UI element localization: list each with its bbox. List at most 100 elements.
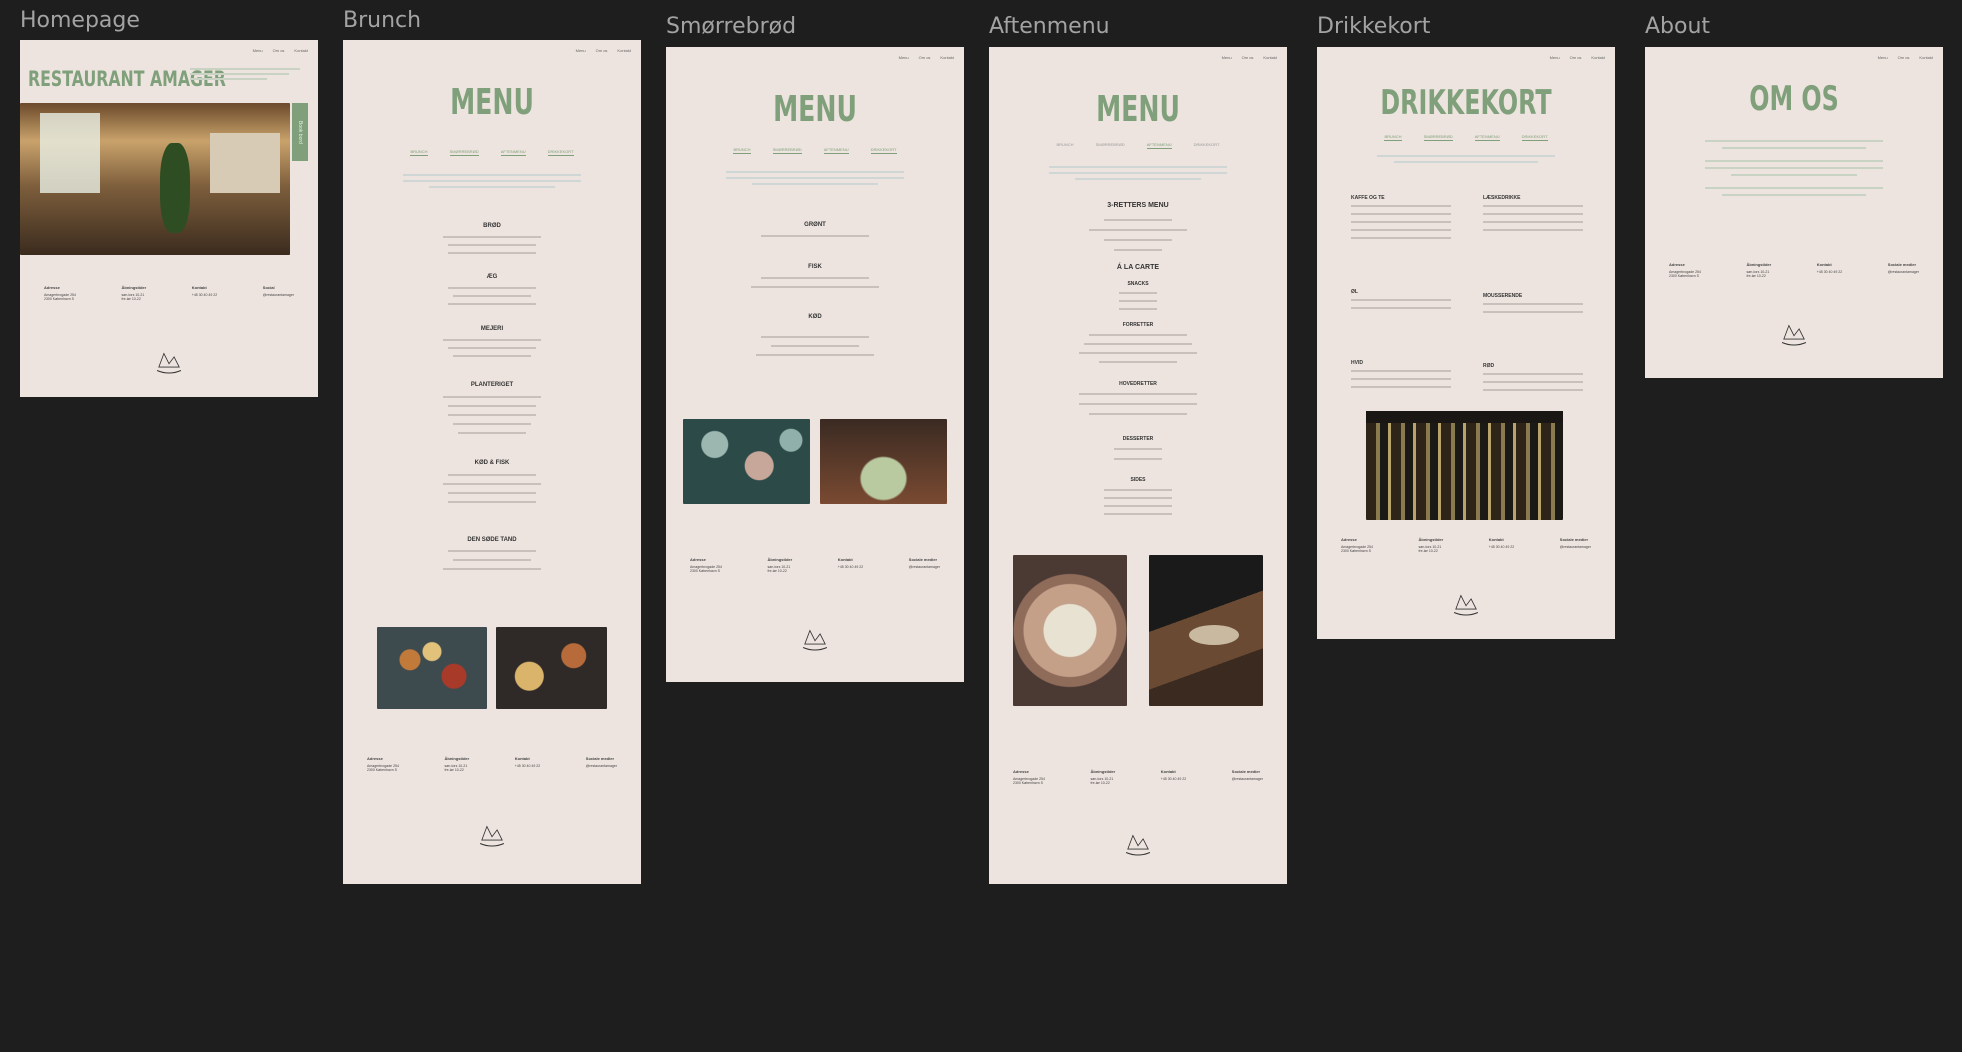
nav-about[interactable]: Om os [273,48,285,53]
tab-brunch[interactable]: Brunch [1384,134,1402,141]
frame-label-about: About [1645,14,1711,39]
drinks-column: KAFFE OG TE [1351,195,1451,245]
topbar: Menu Om os Kontakt [999,55,1277,65]
restaurant-seal-icon [802,629,828,651]
frame-about[interactable]: Menu Om os Kontakt OM OS Adresse Amagerbr… [1645,47,1943,378]
nav-menu[interactable]: Menu [1878,55,1888,60]
section-heading: SIDES [1130,477,1146,483]
tab-brunch[interactable]: Brunch [410,149,428,156]
footer-address: Adresse Amagerbrogade 254 2300 København S [367,756,399,772]
footer-contact: Kontakt +45 30 40 49 22 [837,557,864,569]
category-tabs: Brunch Smørrebrød Aftenmenu Drikkekort [1317,134,1615,141]
nav: Menu Om os Kontakt [1222,55,1277,60]
menu-intro [725,167,905,201]
section-heading: KØD & FISK [474,460,510,466]
nav-about[interactable]: Om os [596,48,608,53]
about-text [1704,135,1884,215]
footer-social: Sociale medier @restaurantamager [1231,769,1263,781]
footer-contact: Kontakt +45 30 40 49 22 [514,756,541,768]
footer-hours: Åbningstider søn-tors 10-21 fre-lør 10-22 [1418,537,1444,553]
nav-about[interactable]: Om os [1570,55,1582,60]
footer: Adresse Amagerbrogade 254 2300 København S… [1669,262,1919,278]
footer: Adresse Amagerbrogade 254 2300 København S… [690,557,940,573]
nav-menu[interactable]: Menu [1222,55,1232,60]
tab-brunch[interactable]: Brunch [733,147,751,154]
tab-drikkekort[interactable]: Drikkekort [547,149,574,156]
tab-drikkekort[interactable]: Drikkekort [870,147,897,154]
footer-hours: Åbningstider søn-tors 10-21 fre-lør 10-22 [1090,769,1116,785]
section-heading: KØD [808,314,822,320]
page-title: MENU [773,89,857,130]
section-heading: PLANTERIGET [470,382,514,388]
nav-contact[interactable]: Kontakt [1263,55,1277,60]
home-intro [190,68,300,82]
section-heading: ÆG [486,274,498,280]
menu-intro [1048,162,1228,196]
nav-menu[interactable]: Menu [253,48,263,53]
tab-smorrebrod[interactable]: Smørrebrød [1423,134,1453,141]
nav: Menu Om os Kontakt [253,48,308,53]
frame-smorrebrod[interactable]: Menu Om os Kontakt MENU Brunch Smørrebrø… [666,47,964,682]
book-table-button[interactable]: Book bord [292,103,308,161]
section-heading: HOVEDRETTER [1119,381,1157,387]
footer-social: Sociale medier @restaurantamager [585,756,617,768]
nav-menu[interactable]: Menu [576,48,586,53]
footer-address: Adresse Amagerbrogade 254 2300 København S [1669,262,1701,278]
frame-drikkekort[interactable]: Menu Om os Kontakt DRIKKEKORT Brunch Smø… [1317,47,1615,639]
tab-drikkekort[interactable]: DRIKKEKORT [1194,142,1220,149]
tab-drikkekort[interactable]: Drikkekort [1521,134,1548,141]
nav-about[interactable]: Om os [919,55,931,60]
footer-contact: Kontakt +45 30 40 49 22 [1816,262,1843,274]
menu-intro [402,170,582,204]
tab-smorrebrod[interactable]: SMØRREBRØD [1096,142,1125,149]
footer-social: Sociale medier @restaurantamager [1559,537,1591,549]
tab-smorrebrod[interactable]: Smørrebrød [449,149,479,156]
tab-smorrebrod[interactable]: Smørrebrød [772,147,802,154]
frame-homepage[interactable]: Menu Om os Kontakt RESTAURANT AMAGER Boo… [20,40,318,397]
footer: Adresse Amagerbrogade 254 2300 København S… [1013,769,1263,785]
nav-contact[interactable]: Kontakt [1591,55,1605,60]
footer-hours: Åbningstider søn-tors 10-21 fre-lør 10-22 [121,285,147,301]
frame-aftenmenu[interactable]: Menu Om os Kontakt MENU BRUNCH SMØRREBRØ… [989,47,1287,884]
footer: Adresse Amagerbrogade 254 2300 København S… [1341,537,1591,553]
restaurant-seal-icon [1781,324,1807,346]
drinks-column: ØL [1351,289,1451,315]
food-photo [377,627,487,709]
food-photo [1013,555,1127,706]
drinks-column: MOUSSERENDE [1483,293,1583,319]
topbar: Menu Om os Kontakt [30,48,308,58]
nav-contact[interactable]: Kontakt [940,55,954,60]
nav-contact[interactable]: Kontakt [617,48,631,53]
footer-hours: Åbningstider søn-tors 10-21 fre-lør 10-22 [1746,262,1772,278]
page-title: MENU [450,82,534,123]
footer-address: Adresse Amagerbrogade 254 2300 København S [1013,769,1045,785]
tab-brunch[interactable]: BRUNCH [1056,142,1073,149]
frame-label-homepage: Homepage [20,8,140,33]
footer-address: Adresse Amagerbrogade 254 2300 København S [690,557,722,573]
frame-label-brunch: Brunch [343,8,422,33]
nav-about[interactable]: Om os [1242,55,1254,60]
category-tabs: BRUNCH SMØRREBRØD AFTENMENU DRIKKEKORT [989,142,1287,149]
nav-contact[interactable]: Kontakt [294,48,308,53]
section-heading: GRØNT [804,222,826,228]
footer-contact: Kontakt +45 30 40 49 22 [1160,769,1187,781]
nav-contact[interactable]: Kontakt [1919,55,1933,60]
section-heading: FORRETTER [1122,322,1154,328]
frame-label-smorrebrod: Smørrebrød [666,14,797,39]
topbar: Menu Om os Kontakt [353,48,631,58]
tab-aftenmenu[interactable]: Aftenmenu [1474,134,1500,141]
footer: Adresse Amagerbrogade 254 2300 København S… [367,756,617,772]
topbar: Menu Om os Kontakt [1655,55,1933,65]
nav-menu[interactable]: Menu [1550,55,1560,60]
hero-photo [20,103,290,255]
nav-menu[interactable]: Menu [899,55,909,60]
frame-brunch[interactable]: Menu Om os Kontakt MENU Brunch Smørrebrø… [343,40,641,884]
tab-aftenmenu[interactable]: AFTENMENU [1146,142,1172,149]
nav-about[interactable]: Om os [1898,55,1910,60]
tab-aftenmenu[interactable]: Aftenmenu [823,147,849,154]
footer-contact: Kontakt +45 30 40 49 22 [1488,537,1515,549]
tab-aftenmenu[interactable]: Aftenmenu [500,149,526,156]
footer: Adresse Amagerbrogade 254 2300 København S… [44,285,294,301]
wine-shelf-photo [1366,411,1563,520]
food-photo [1149,555,1263,706]
